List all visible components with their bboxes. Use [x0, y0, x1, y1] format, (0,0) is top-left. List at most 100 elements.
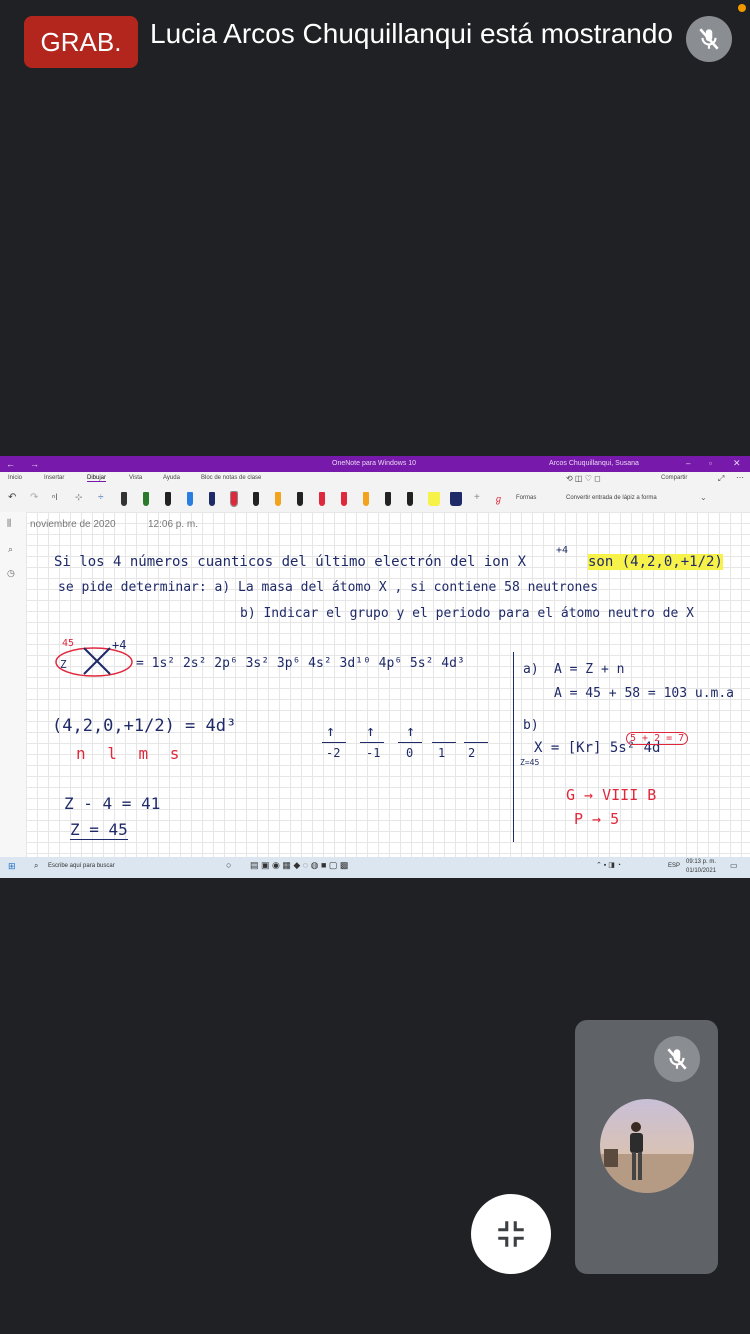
pen-black[interactable]: [121, 492, 127, 506]
pen-red-selected[interactable]: [230, 491, 238, 507]
ion-charge: +4: [556, 545, 569, 556]
pen-blue[interactable]: [187, 492, 193, 506]
orbital-m-3: 0: [406, 746, 414, 760]
self-mic-off-icon[interactable]: [654, 1036, 700, 1082]
draw-toolbar: ↶ ↷ ⁿI ⊹ ÷ + ℊ Formas Convertir entrada …: [0, 486, 750, 513]
highlighter-navy[interactable]: [450, 492, 462, 506]
pen-black-2[interactable]: [253, 492, 259, 506]
tab-vista[interactable]: Vista: [129, 475, 142, 481]
pen-orange[interactable]: [275, 492, 281, 506]
equation-1: Z - 4 = 41: [64, 794, 161, 813]
add-pen-icon[interactable]: +: [474, 492, 480, 503]
quantum-expression: (4,2,0,+1/2) = 4d³: [52, 716, 237, 736]
pen-red-2[interactable]: [341, 492, 347, 506]
orbital-m-5: 2: [468, 746, 476, 760]
chevron-down-icon[interactable]: ⌄: [700, 493, 707, 502]
presenter-banner: Lucia Arcos Chuquillanqui está mostrando…: [150, 18, 680, 49]
pen-black-5[interactable]: [407, 492, 413, 506]
left-nav: ⫼ ⌕ ◷: [0, 512, 27, 857]
tab-ayuda[interactable]: Ayuda: [163, 475, 180, 481]
shapes-button[interactable]: Formas: [516, 495, 536, 501]
pen-navy[interactable]: [209, 492, 215, 506]
ribbon-tabs: Inicio Insertar Dibujar Vista Ayuda Bloc…: [0, 472, 750, 486]
maximize-window-icon[interactable]: ▫: [709, 459, 712, 468]
highlighter-yellow[interactable]: [428, 492, 440, 506]
pen-black-3[interactable]: [297, 492, 303, 506]
clock-time: 09:13 p. m.: [686, 859, 717, 865]
lasso-icon[interactable]: ⊹: [75, 492, 83, 503]
pen-green[interactable]: [143, 492, 149, 506]
back-arrow-icon[interactable]: ←: [6, 459, 15, 469]
tab-dibujar[interactable]: Dibujar: [87, 475, 107, 482]
minimize-share-button[interactable]: [471, 1194, 551, 1274]
tab-inicio[interactable]: Inicio: [8, 475, 22, 481]
pen-dark[interactable]: [165, 492, 171, 506]
pen-black-4[interactable]: [385, 492, 391, 506]
orbital-diagram: ↑ ↑ ↑ -2 -1 0 1 2: [322, 722, 492, 762]
recording-badge: GRAB.: [24, 16, 138, 68]
taskbar-apps-icon[interactable]: ▤ ▣ ◉ ▦ ◆ ◌ ◍ ■ ▢ ▩: [250, 860, 348, 871]
tab-insertar[interactable]: Insertar: [44, 475, 64, 481]
electron-arrow-3: ↑: [406, 722, 416, 740]
windows-taskbar: ⊞ ⌕ Escribe aquí para buscar ○ ▤ ▣ ◉ ▦ ◆…: [0, 857, 750, 878]
problem-line2: se pide determinar: a) La masa del átomo…: [58, 580, 599, 595]
notebooks-icon[interactable]: ⫼: [7, 518, 11, 529]
redo-icon[interactable]: ↷: [30, 492, 38, 503]
type-select-icon[interactable]: ⁿI: [52, 492, 58, 502]
answer-a-label: a): [523, 662, 539, 677]
self-view-tile[interactable]: [575, 1020, 718, 1274]
window-title: OneNote para Windows 10: [332, 460, 417, 467]
tray-icons: ⟲ ◫ ♡ ◻: [566, 474, 601, 483]
notebook-page[interactable]: noviembre de 2020 12:06 p. m. Si los 4 n…: [26, 512, 750, 857]
answer-z-label: Z=45: [520, 758, 540, 767]
orbital-m-1: -2: [326, 746, 341, 760]
z-label: Z: [60, 658, 67, 671]
recent-icon[interactable]: ◷: [7, 568, 15, 579]
tab-bloc-de-notas[interactable]: Bloc de notas de clase: [201, 475, 261, 481]
answer-b-label: b): [523, 718, 539, 733]
orbital-m-4: 1: [438, 746, 446, 760]
nlms-labels: n l m s: [76, 744, 186, 763]
notifications-icon[interactable]: ▭: [730, 861, 738, 870]
orbital-m-2: -1: [366, 746, 381, 760]
forward-arrow-icon[interactable]: →: [30, 459, 39, 469]
windows-start-icon[interactable]: ⊞: [8, 861, 16, 872]
space-icon[interactable]: ÷: [98, 492, 104, 503]
ruler-icon[interactable]: ℊ: [494, 492, 503, 505]
close-window-icon[interactable]: ✕: [733, 458, 741, 469]
more-icon[interactable]: ⋯: [736, 473, 744, 482]
charge-label: +4: [112, 638, 127, 652]
answer-b-electrons: 5 + 2 = 7: [626, 732, 689, 745]
page-time: 12:06 p. m.: [148, 519, 199, 530]
taskbar-search-icon[interactable]: ⌕: [34, 861, 38, 871]
electron-arrow-2: ↑: [366, 722, 376, 740]
answer-period: P → 5: [574, 810, 620, 828]
undo-icon[interactable]: ↶: [8, 492, 16, 503]
user-name: Arcos Chuquillanqui, Susana: [549, 460, 639, 467]
search-icon[interactable]: ⌕: [8, 544, 13, 555]
answer-group: G → VIII B: [566, 786, 657, 804]
avatar-person-image: [600, 1122, 694, 1193]
answer-a-line1: A = Z + n: [554, 662, 625, 677]
electron-config: = 1s² 2s² 2p⁶ 3s² 3p⁶ 4s² 3d¹⁰ 4p⁶ 5s² 4…: [136, 656, 465, 671]
self-mic-off-glyph: [667, 1048, 687, 1070]
quantum-given: son (4,2,0,+1/2): [588, 554, 723, 570]
answer-a-line2: A = 45 + 58 = 103 u.m.a: [554, 686, 735, 701]
taskbar-search-field[interactable]: Escribe aquí para buscar: [48, 863, 115, 869]
tray-status-icon: ⌃ ▪ ◨ ◔: [596, 862, 622, 869]
pen-amber[interactable]: [363, 492, 369, 506]
recording-dot: [738, 4, 746, 12]
avatar: [600, 1099, 694, 1193]
language-indicator[interactable]: ESP: [668, 863, 680, 869]
expand-icon[interactable]: ⤢: [718, 474, 724, 484]
minimize-window-icon[interactable]: –: [686, 459, 690, 468]
pen-red[interactable]: [319, 492, 325, 506]
mic-off-icon[interactable]: [686, 16, 732, 62]
clock-date: 01/10/2021: [686, 868, 717, 874]
share-button[interactable]: Compartir: [661, 475, 687, 481]
equation-2: Z = 45: [70, 820, 128, 840]
divider-line: [513, 652, 514, 842]
page-date: noviembre de 2020: [30, 519, 116, 530]
task-view-icon[interactable]: ○: [226, 860, 231, 870]
ink-to-shape-button[interactable]: Convertir entrada de lápiz a forma: [566, 495, 657, 501]
